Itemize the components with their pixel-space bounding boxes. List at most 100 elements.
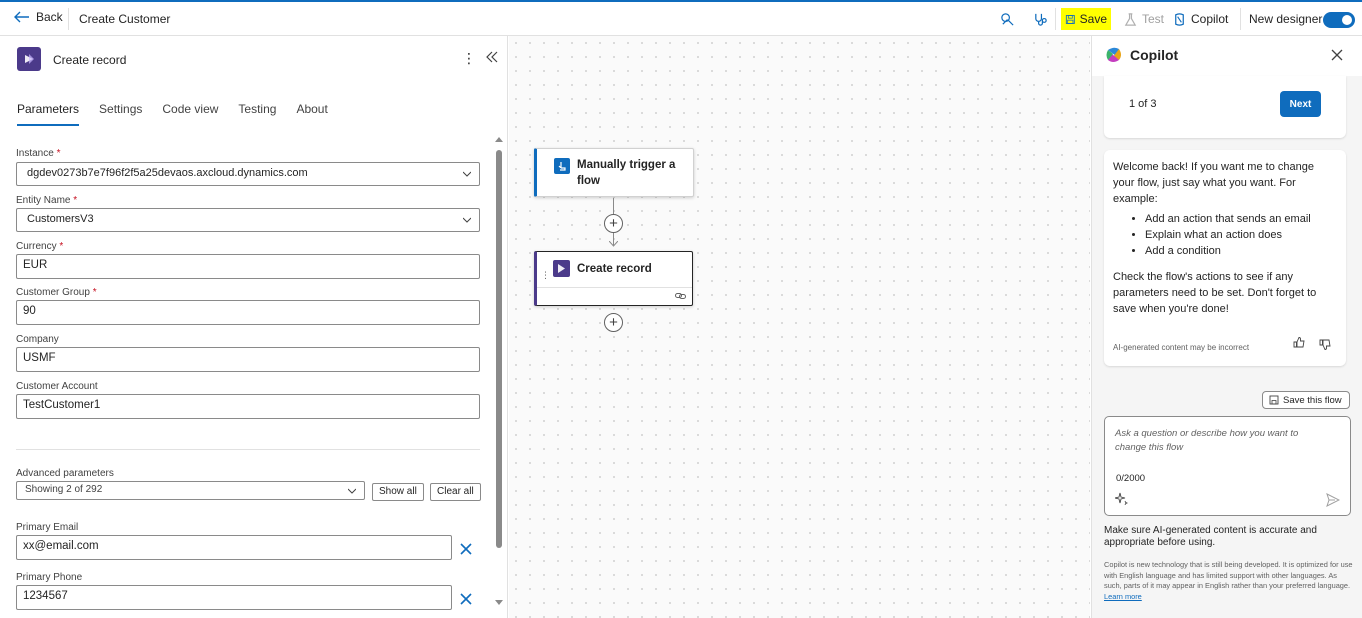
list-item: Add a condition <box>1145 243 1337 259</box>
drag-handle-icon[interactable]: ⋮ <box>541 270 550 281</box>
customer-account-input[interactable]: TestCustomer1 <box>16 394 480 419</box>
new-designer-toggle[interactable] <box>1323 12 1355 28</box>
customer-group-input[interactable]: 90 <box>16 300 480 325</box>
flow-canvas[interactable]: Manually trigger a flow + ⋮ Create recor… <box>509 36 1090 618</box>
divider <box>16 449 480 450</box>
instance-label: Instance * <box>16 148 61 159</box>
entity-label: Entity Name * <box>16 195 78 206</box>
collapse-panel-icon[interactable] <box>485 50 501 68</box>
scrollbar-thumb[interactable] <box>496 150 502 548</box>
back-button[interactable]: Back <box>14 10 63 24</box>
disclaimer-text: Make sure AI-generated content is accura… <box>1104 525 1317 548</box>
save-flow-button[interactable]: Save this flow <box>1262 391 1350 409</box>
tab-about[interactable]: About <box>296 102 327 126</box>
learn-more-link[interactable]: Learn more <box>1104 592 1142 601</box>
primary-phone-input[interactable]: 1234567 <box>16 585 452 610</box>
footnote-text: Copilot is new technology that is still … <box>1104 560 1353 601</box>
scroll-down-icon[interactable] <box>495 598 503 606</box>
divider <box>68 8 69 30</box>
example-list: Add an action that sends an email Explai… <box>1145 211 1337 259</box>
divider <box>537 287 692 288</box>
copilot-label: Copilot <box>1191 12 1229 26</box>
divider <box>1240 8 1241 30</box>
manual-trigger-icon <box>554 158 570 174</box>
scroll-up-icon[interactable] <box>495 136 503 144</box>
panel-scrollbar[interactable] <box>495 136 503 614</box>
next-button[interactable]: Next <box>1280 91 1321 117</box>
copilot-message: Welcome back! If you want me to change y… <box>1104 150 1346 366</box>
thumbs-up-icon[interactable] <box>1293 336 1306 349</box>
customer-group-label: Customer Group * <box>16 287 97 298</box>
test-label: Test <box>1142 12 1165 26</box>
chevron-down-icon <box>463 217 471 223</box>
add-step-button[interactable]: + <box>604 313 623 332</box>
save-flow-label: Save this flow <box>1283 394 1342 406</box>
sparkle-icon[interactable] <box>1115 492 1128 505</box>
advanced-parameters-label: Advanced parameters <box>16 468 114 479</box>
send-icon[interactable] <box>1326 493 1340 507</box>
panel-tabs: Parameters Settings Code view Testing Ab… <box>17 102 328 126</box>
currency-input[interactable]: EUR <box>16 254 480 279</box>
save-icon <box>1065 14 1075 24</box>
test-button[interactable]: Test <box>1119 8 1168 30</box>
tab-settings[interactable]: Settings <box>99 102 142 126</box>
arrow-left-icon <box>14 11 29 23</box>
stethoscope-icon <box>1035 13 1047 26</box>
flow-checker-icon <box>1001 12 1014 26</box>
more-options-icon[interactable]: ⋮ <box>462 50 476 68</box>
create-record-card[interactable]: ⋮ Create record <box>534 251 693 306</box>
tab-parameters[interactable]: Parameters <box>17 102 80 126</box>
add-step-button[interactable]: + <box>604 214 623 233</box>
welcome-text: Welcome back! If you want me to change y… <box>1113 161 1314 205</box>
remove-parameter-icon[interactable] <box>459 542 473 556</box>
save-button[interactable]: Save <box>1061 8 1111 30</box>
primary-phone-value: 1234567 <box>23 590 68 602</box>
tab-code-view[interactable]: Code view <box>162 102 218 126</box>
trigger-label: Manually trigger a flow <box>577 159 676 187</box>
customer-group-value: 90 <box>23 305 36 317</box>
copilot-input[interactable]: Ask a question or describe how you want … <box>1104 416 1351 516</box>
flow-title: Create Customer <box>79 12 171 26</box>
chevron-down-icon <box>348 488 356 494</box>
dynamics-icon <box>17 47 41 71</box>
save-label: Save <box>1079 12 1107 26</box>
action-details-panel: Create record ⋮ Parameters Settings Code… <box>0 36 508 618</box>
copilot-logo-icon <box>1106 47 1121 62</box>
save-icon <box>1269 395 1279 405</box>
entity-select[interactable]: CustomersV3 <box>16 208 480 232</box>
panel-title: Create record <box>53 53 127 67</box>
health-check-button[interactable] <box>1029 8 1052 30</box>
tab-testing[interactable]: Testing <box>238 102 276 126</box>
dynamics-icon <box>553 260 570 277</box>
instance-value: dgdev0273b7e7f96f2f5a25devaos.axcloud.dy… <box>27 167 308 179</box>
ai-disclaimer-text: AI-generated content may be incorrect <box>1113 343 1250 352</box>
list-item: Add an action that sends an email <box>1145 211 1337 227</box>
remove-parameter-icon[interactable] <box>459 592 473 606</box>
advanced-parameters-select[interactable]: Showing 2 of 292 <box>16 481 365 500</box>
instance-select[interactable]: dgdev0273b7e7f96f2f5a25devaos.axcloud.dy… <box>16 162 480 186</box>
thumbs-down-icon[interactable] <box>1319 338 1332 351</box>
top-bar: Back Create Customer Save Test Copilot N… <box>0 0 1362 36</box>
pager-text: 1 of 3 <box>1129 98 1157 110</box>
company-value: USMF <box>23 352 56 364</box>
close-icon[interactable] <box>1331 49 1343 61</box>
customer-account-label: Customer Account <box>16 381 98 392</box>
currency-label: Currency * <box>16 241 64 252</box>
copilot-input-placeholder: Ask a question or describe how you want … <box>1115 428 1299 453</box>
copilot-button[interactable]: Copilot <box>1168 8 1232 30</box>
clear-all-button[interactable]: Clear all <box>430 483 481 501</box>
show-all-button[interactable]: Show all <box>372 483 424 501</box>
arrow-down-icon <box>609 241 618 247</box>
company-label: Company <box>16 334 59 345</box>
company-input[interactable]: USMF <box>16 347 480 372</box>
action-label: Create record <box>577 263 652 275</box>
customer-account-value: TestCustomer1 <box>23 399 101 411</box>
link-icon <box>675 293 686 299</box>
divider <box>1055 8 1056 30</box>
copilot-panel: Copilot 1 of 3 Next Welcome back! If you… <box>1091 36 1362 618</box>
flow-checker-button[interactable] <box>996 8 1019 30</box>
trigger-card[interactable]: Manually trigger a flow <box>534 148 694 197</box>
primary-email-input[interactable]: xx@email.com <box>16 535 452 560</box>
entity-value: CustomersV3 <box>27 213 94 225</box>
check-text: Check the flow's actions to see if any p… <box>1113 271 1317 315</box>
